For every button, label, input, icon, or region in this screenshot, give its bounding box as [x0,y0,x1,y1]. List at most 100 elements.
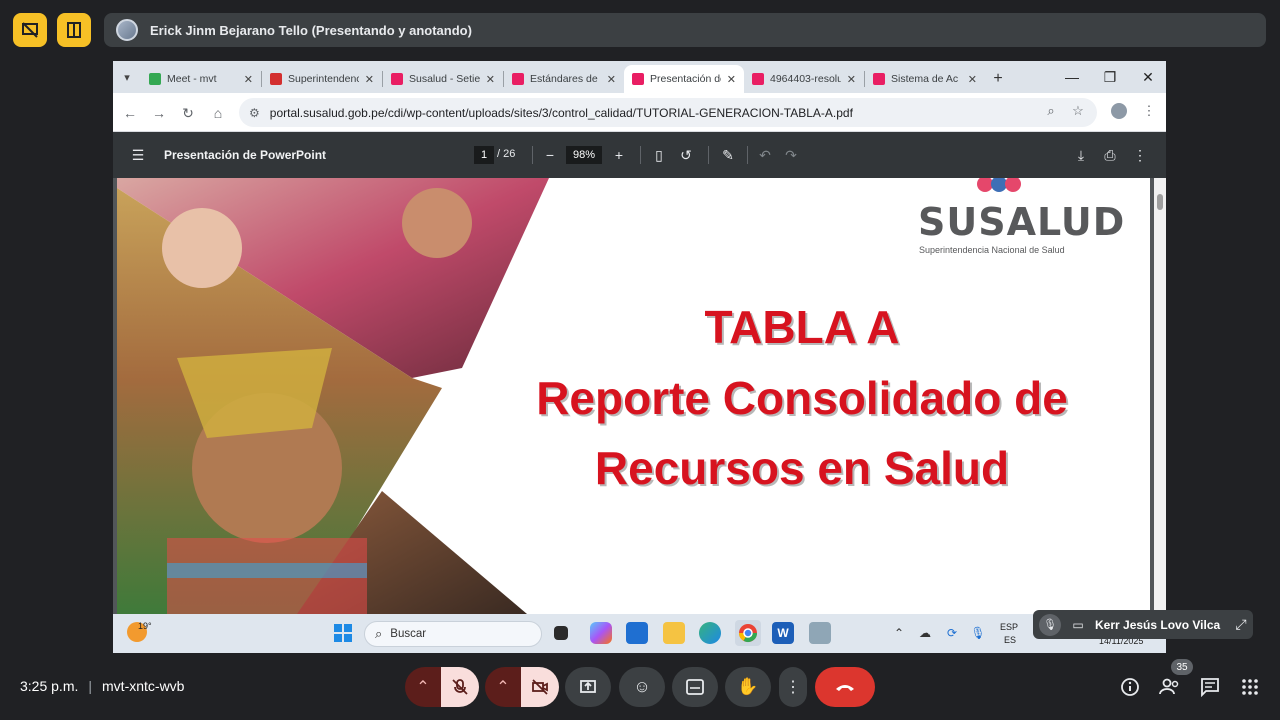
task-view-icon[interactable] [554,626,568,640]
back-button[interactable]: ← [120,103,140,123]
camera-off-icon [532,679,548,695]
browser-tab[interactable]: Meet - mvt ✕ [141,65,261,93]
tab-close-icon[interactable]: ✕ [727,73,736,86]
tab-close-icon[interactable]: ✕ [244,73,253,86]
scrollbar-thumb[interactable] [1157,194,1163,210]
tab-favicon-icon [149,73,161,85]
tab-close-icon[interactable]: ✕ [486,73,495,86]
reactions-button[interactable]: ☺ [619,667,665,707]
restore-button[interactable]: ❐ [1091,61,1129,93]
more-options-icon[interactable]: ⋮ [1130,145,1150,165]
more-options-button[interactable]: ⋮ [779,667,807,707]
search-placeholder: Buscar [390,628,427,640]
people-icon[interactable] [1158,675,1182,699]
browser-menu-icon[interactable]: ⋮ [1139,101,1159,121]
hamburger-menu-icon[interactable]: ☰ [128,145,148,165]
divider [640,146,641,164]
copilot-icon[interactable] [590,622,612,644]
browser-tab[interactable]: Estándares de ✕ [504,65,624,93]
store-icon[interactable] [626,622,648,644]
tab-favicon-icon [270,73,282,85]
tab-favicon-icon [512,73,524,85]
chevron-up-icon[interactable]: ⌃ [888,622,910,644]
new-tab-button[interactable]: + [985,65,1011,93]
participant-count-badge: 35 [1171,659,1193,675]
tab-close-icon[interactable]: ✕ [847,73,856,86]
tab-close-icon[interactable]: ✕ [365,73,374,86]
home-button[interactable]: ⌂ [208,103,228,123]
browser-tab[interactable]: Superintendencia ✕ [262,65,382,93]
captions-button[interactable] [672,667,718,707]
audio-options-button[interactable]: ⌃ [405,667,441,707]
pdf-scrollbar[interactable] [1154,178,1166,614]
annotate-button[interactable] [57,13,91,47]
mic-off-icon [452,679,468,695]
search-icon: ⌕ [375,626,383,641]
edge-icon[interactable] [699,622,721,644]
mic-off-icon: 🎙 [1039,613,1061,636]
tab-close-icon[interactable]: ✕ [968,73,977,86]
remote-desktop-icon[interactable] [809,622,831,644]
present-screen-button[interactable] [565,667,611,707]
browser-tab[interactable]: 4964403-resolución ✕ [744,65,864,93]
clock-time: 3:25 p.m. [20,678,79,694]
tab-title: Sistema de Ac [891,73,959,85]
pdf-title: Presentación de PowerPoint [164,148,327,162]
arrow-right-icon: → [152,105,166,121]
divider [708,146,709,164]
home-icon: ⌂ [213,105,223,121]
page-number-input[interactable]: 1 [474,146,494,164]
profile-avatar[interactable] [1109,101,1129,121]
windows-start-icon[interactable] [332,622,354,644]
minimize-button[interactable]: — [1053,61,1091,93]
browser-tab[interactable]: Sistema de Ac ✕ [865,65,985,93]
close-window-button[interactable]: ✕ [1129,61,1166,93]
pdf-viewer: SUSALUD Superintendencia Nacional de Sal… [113,178,1166,614]
forward-button[interactable]: → [149,103,169,123]
site-info-icon[interactable]: ⚙ [249,106,260,120]
video-options-button[interactable]: ⌃ [485,667,521,707]
browser-tab[interactable]: Presentación de ✕ [624,65,744,93]
zoom-in-icon[interactable]: + [609,145,629,165]
participant-tile[interactable]: 🎙 ▭ Kerr Jesús Lovo Vilca ⤢ [1033,610,1253,639]
reload-button[interactable]: ↻ [178,103,198,123]
annotate-pen-icon[interactable]: ✎ [718,145,738,165]
redo-icon[interactable]: ↷ [781,145,801,165]
chat-icon[interactable] [1198,675,1222,699]
browser-tab[interactable]: Susalud - Setiembre ✕ [383,65,503,93]
activities-grid-icon[interactable] [1238,675,1262,699]
expand-icon[interactable]: ⤢ [1229,613,1253,637]
fit-page-icon[interactable]: ▯ [649,145,669,165]
meeting-details-icon[interactable] [1118,675,1142,699]
taskbar-search-input[interactable]: ⌕ Buscar [364,621,542,647]
tab-close-icon[interactable]: ✕ [607,73,616,86]
bookmark-star-icon[interactable]: ☆ [1068,101,1088,121]
avatar [116,19,138,41]
tab-title: Susalud - Setiembre [409,73,480,85]
microphone-toggle-button[interactable] [441,667,479,707]
tab-favicon-icon [873,73,885,85]
zoom-out-icon[interactable]: − [540,145,560,165]
file-explorer-icon[interactable] [663,622,685,644]
camera-toggle-button[interactable] [521,667,559,707]
url-input[interactable]: ⚙ portal.susalud.gob.pe/cdi/wp-content/u… [239,98,1097,127]
presenter-name: Erick Jinm Bejarano Tello (Presentando y… [150,22,472,38]
divider: | [88,678,93,694]
tab-search-button[interactable]: ▾ [113,63,141,91]
undo-icon[interactable]: ↶ [755,145,775,165]
chrome-icon[interactable] [735,620,761,646]
emoji-icon: ☺ [633,677,651,696]
print-icon[interactable]: ⎙ [1100,145,1120,165]
cloud-off-icon[interactable]: ☁ [914,622,936,644]
word-icon[interactable]: W [772,622,794,644]
zoom-input[interactable]: 98% [566,146,602,164]
microphone-icon[interactable]: 🎙 [967,622,989,644]
raise-hand-button[interactable]: ✋ [725,667,771,707]
leave-call-button[interactable] [815,667,875,707]
stop-presenting-button[interactable] [13,13,47,47]
zoom-search-icon[interactable]: ⌕ [1041,101,1061,121]
sync-icon[interactable]: ⟳ [941,622,963,644]
language-code[interactable]: ESP [1000,622,1018,632]
download-icon[interactable]: ⤓ [1071,145,1091,165]
rotate-icon[interactable]: ↺ [676,145,696,165]
